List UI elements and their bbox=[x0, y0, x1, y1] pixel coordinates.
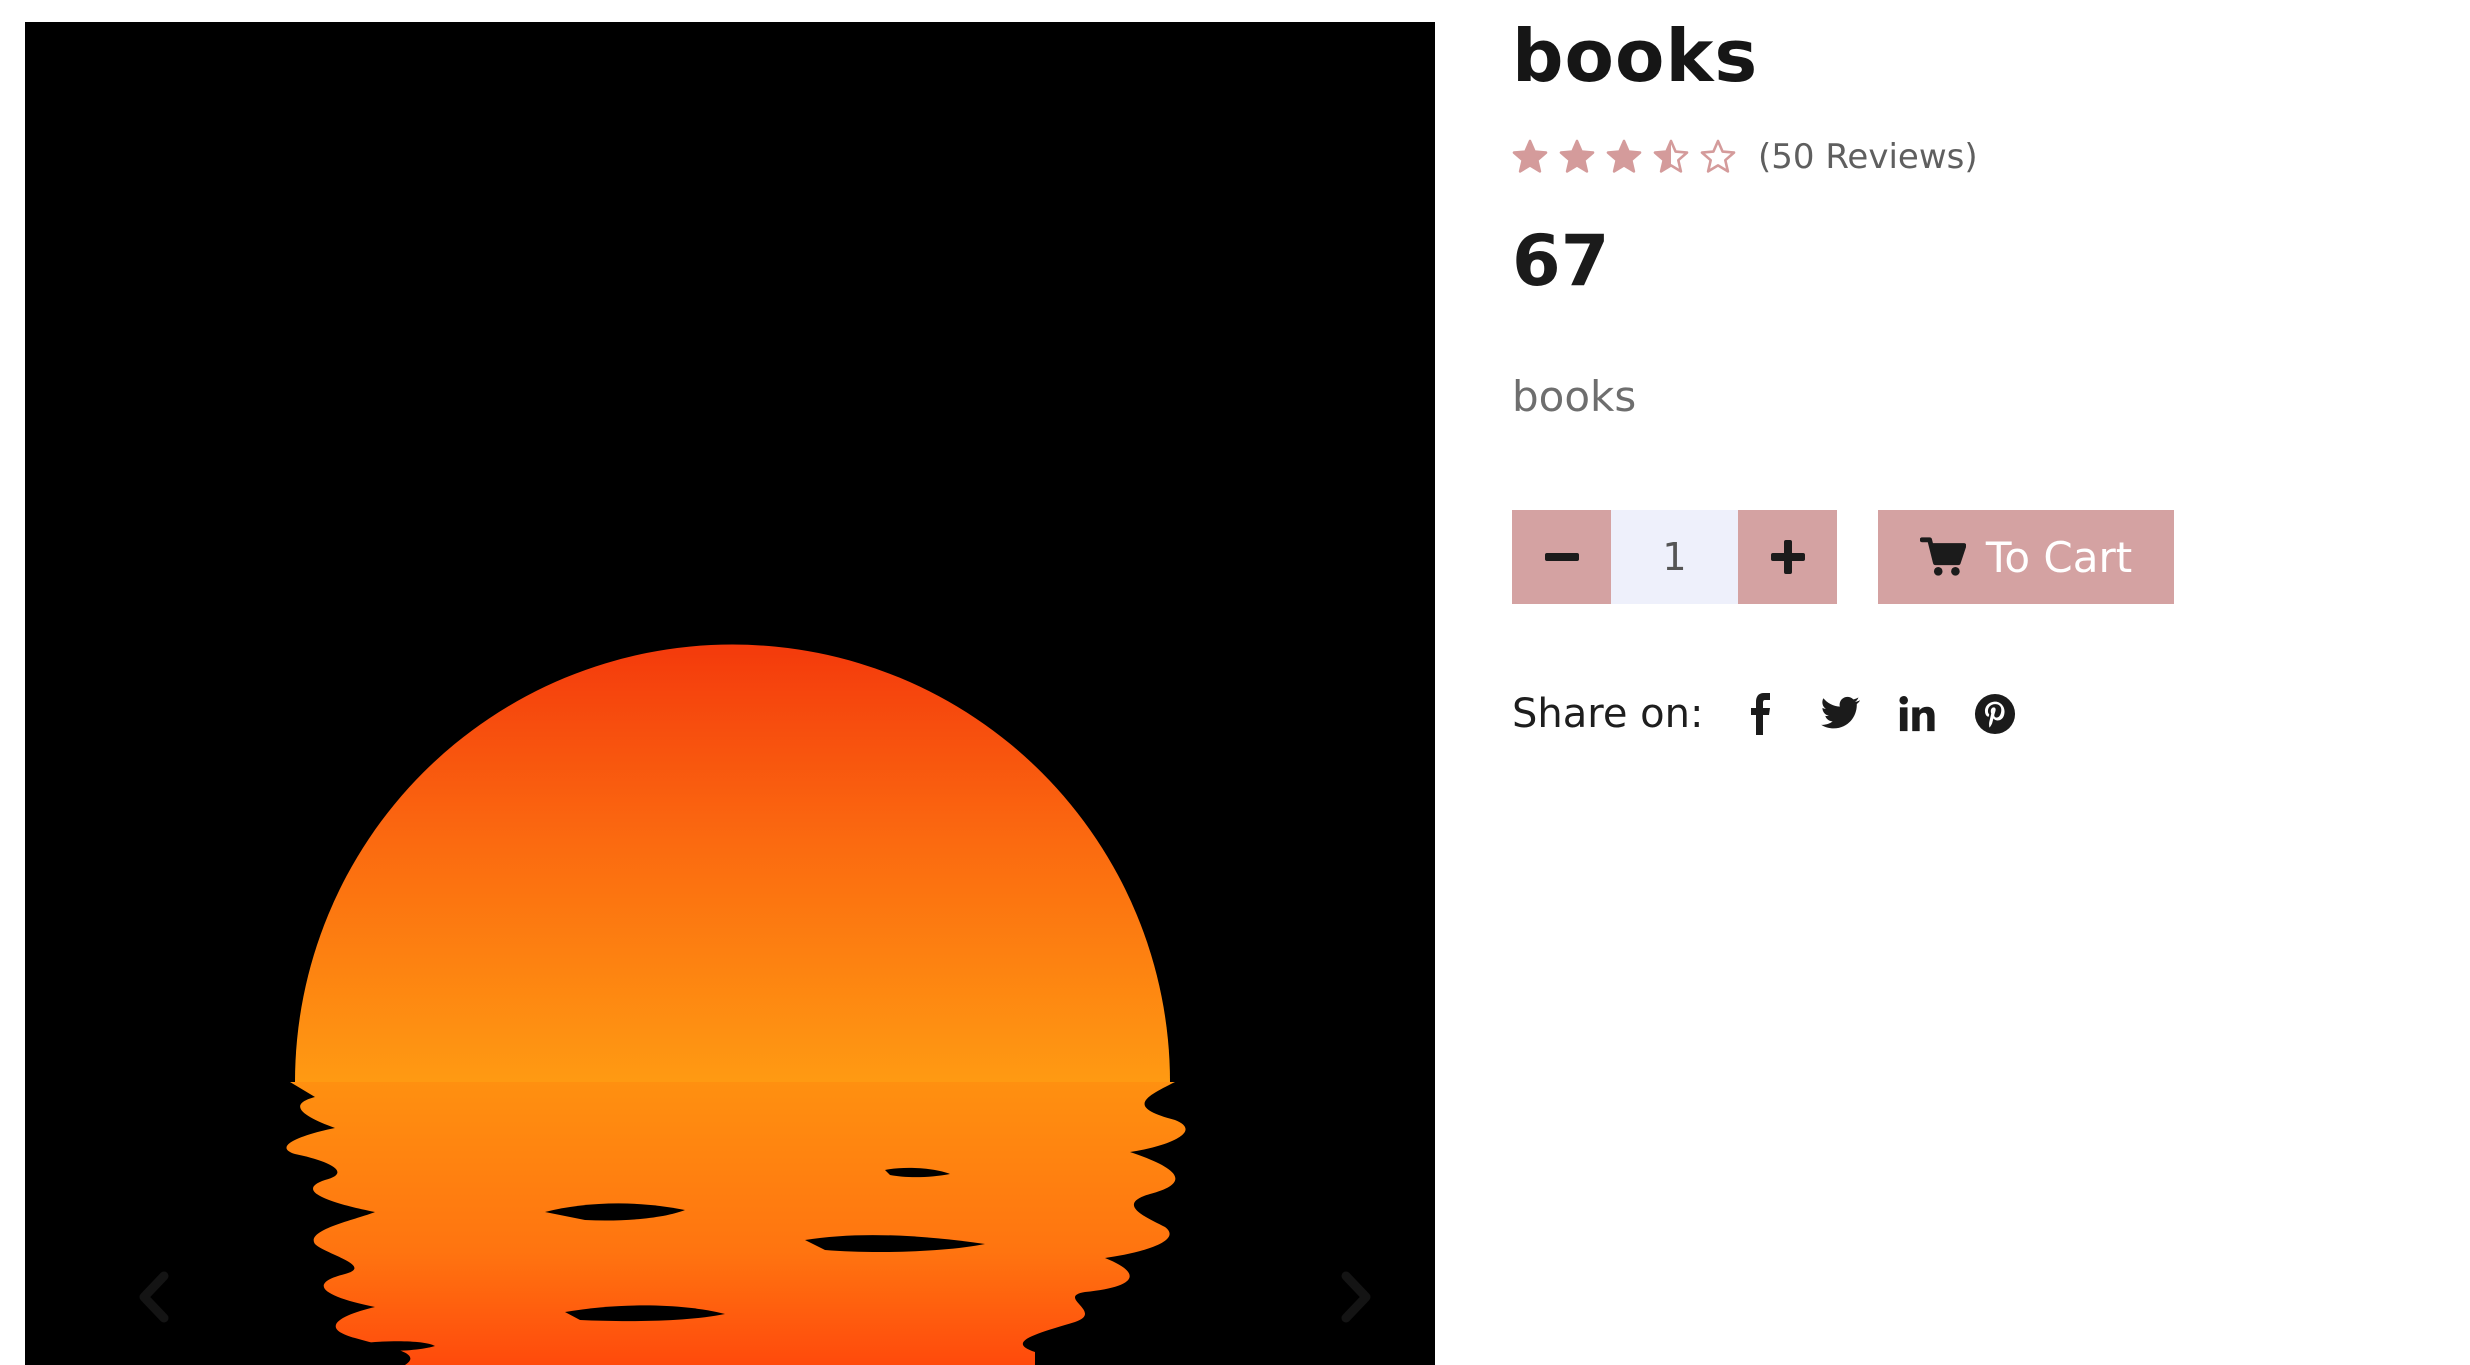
quantity-decrease-button[interactable] bbox=[1512, 510, 1611, 604]
facebook-icon[interactable] bbox=[1739, 692, 1783, 736]
product-title: books bbox=[1512, 14, 1759, 98]
product-image-gallery bbox=[25, 22, 1435, 1365]
add-to-cart-row: To Cart bbox=[1512, 510, 2174, 604]
star-full-icon bbox=[1559, 139, 1595, 173]
pinterest-icon[interactable] bbox=[1973, 692, 2017, 736]
quantity-increase-button[interactable] bbox=[1738, 510, 1837, 604]
quantity-input[interactable] bbox=[1611, 510, 1738, 604]
add-to-cart-button[interactable]: To Cart bbox=[1878, 510, 2174, 604]
chevron-left-icon[interactable] bbox=[120, 1262, 190, 1332]
star-full-icon bbox=[1606, 139, 1642, 173]
star-full-icon bbox=[1512, 139, 1548, 173]
rating-stars bbox=[1512, 139, 1736, 175]
linkedin-icon[interactable] bbox=[1895, 692, 1939, 736]
reviews-count[interactable]: (50 Reviews) bbox=[1758, 137, 1978, 177]
chevron-right-icon[interactable] bbox=[1320, 1262, 1390, 1332]
product-page: books (50 Reviews) 67 books 1 To Cart Sh… bbox=[0, 0, 2470, 1365]
plus-icon bbox=[1770, 540, 1805, 574]
sunset-over-water-image bbox=[25, 22, 1435, 1365]
product-rating: (50 Reviews) bbox=[1512, 132, 1978, 182]
minus-icon bbox=[1544, 553, 1579, 561]
share-label: Share on: bbox=[1512, 691, 1704, 737]
cart-icon bbox=[1919, 537, 1966, 576]
add-to-cart-label: To Cart bbox=[1985, 532, 2133, 582]
star-half-icon bbox=[1653, 139, 1689, 173]
product-description: books bbox=[1512, 372, 1637, 421]
product-price: 67 bbox=[1512, 220, 1610, 302]
share-links: Share on: bbox=[1512, 684, 2051, 744]
star-empty-icon bbox=[1700, 139, 1736, 173]
twitter-icon[interactable] bbox=[1817, 692, 1861, 736]
